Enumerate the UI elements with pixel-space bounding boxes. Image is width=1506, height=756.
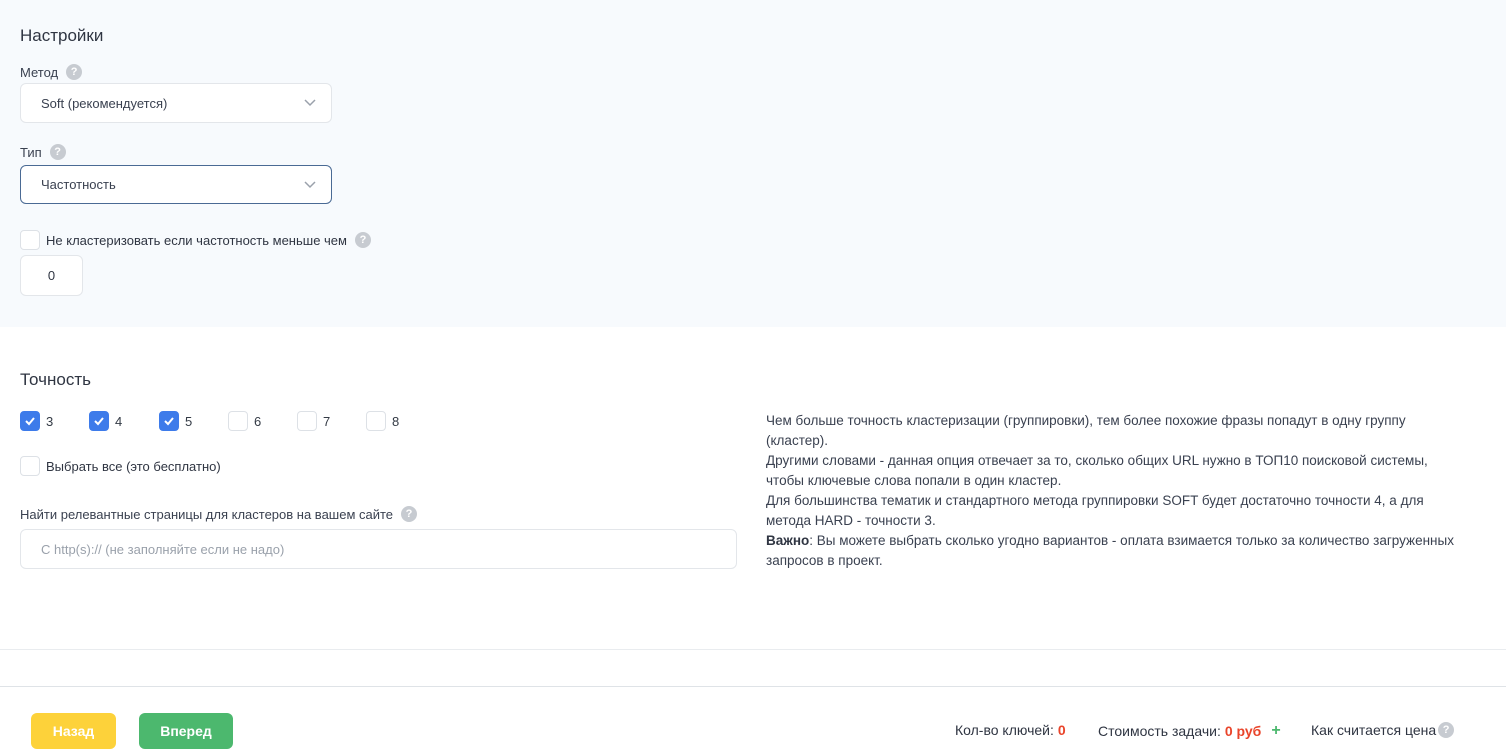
check-icon: [164, 417, 174, 426]
accuracy-option-8[interactable]: 8: [366, 411, 399, 431]
relevant-label: Найти релевантные страницы для кластеров…: [20, 506, 418, 522]
task-cost-label: Стоимость задачи:: [1098, 723, 1221, 739]
info-paragraph: Другими словами - данная опция отвечает …: [766, 453, 1428, 488]
site-url-placeholder: С http(s):// (не заполняйте если не надо…: [41, 541, 285, 557]
accuracy-option-label: 7: [323, 413, 331, 429]
method-select-value: Soft (рекомендуется): [41, 95, 168, 111]
accuracy-checkbox[interactable]: [228, 411, 248, 431]
keys-count-value: 0: [1057, 722, 1066, 738]
accuracy-option-label: 3: [46, 413, 54, 429]
price-info[interactable]: Как считается цена ?: [1311, 722, 1455, 738]
info-important: Важно: Вы можете выбрать сколько угодно …: [766, 531, 1466, 571]
help-icon[interactable]: ?: [66, 64, 83, 80]
task-cost: Стоимость задачи: 0 руб +: [1098, 722, 1281, 740]
no-cluster-checkbox[interactable]: [20, 230, 40, 250]
type-select-value: Частотность: [41, 177, 116, 192]
method-label: Метод ?: [20, 64, 83, 80]
accuracy-option-5[interactable]: 5: [159, 411, 192, 431]
keys-count: Кол-во ключей: 0: [955, 722, 1066, 738]
select-all-row[interactable]: Выбрать все (это бесплатно): [20, 456, 221, 476]
accuracy-option-3[interactable]: 3: [20, 411, 53, 431]
add-funds-button[interactable]: +: [1271, 722, 1280, 740]
info-important-title: Важно: [766, 533, 810, 548]
type-label-text: Тип: [20, 144, 42, 160]
no-cluster-row: Не кластеризовать если частотность меньш…: [20, 230, 371, 250]
accuracy-info: Чем больше точность кластеризации (групп…: [766, 411, 1466, 571]
info-important-text: : Вы можете выбрать сколько угодно вариа…: [766, 533, 1454, 568]
site-url-input[interactable]: С http(s):// (не заполняйте если не надо…: [20, 529, 737, 569]
type-label: Тип ?: [20, 144, 66, 160]
min-frequency-input[interactable]: 0: [20, 255, 83, 296]
accuracy-option-label: 6: [254, 413, 262, 429]
type-select[interactable]: Частотность: [20, 165, 332, 204]
help-icon[interactable]: ?: [1438, 722, 1455, 738]
method-select[interactable]: Soft (рекомендуется): [20, 83, 332, 123]
relevant-label-text: Найти релевантные страницы для кластеров…: [20, 506, 394, 522]
price-info-link[interactable]: Как считается цена: [1311, 722, 1436, 738]
info-paragraph: Для большинства тематик и стандартного м…: [766, 493, 1424, 528]
accuracy-checkbox[interactable]: [159, 411, 179, 431]
help-icon[interactable]: ?: [354, 232, 371, 248]
settings-title: Настройки: [20, 26, 104, 45]
method-label-text: Метод: [20, 64, 59, 80]
select-all-label: Выбрать все (это бесплатно): [46, 458, 221, 474]
accuracy-option-4[interactable]: 4: [89, 411, 122, 431]
no-cluster-label: Не кластеризовать если частотность меньш…: [46, 232, 347, 248]
accuracy-title: Точность: [20, 370, 91, 389]
check-icon: [94, 417, 104, 426]
divider: [0, 686, 1506, 687]
accuracy-checkbox[interactable]: [20, 411, 40, 431]
check-icon: [25, 417, 35, 426]
chevron-down-icon: [304, 181, 316, 189]
divider: [0, 649, 1506, 650]
select-all-checkbox[interactable]: [20, 456, 40, 476]
next-button[interactable]: Вперед: [139, 713, 233, 749]
accuracy-option-7[interactable]: 7: [297, 411, 330, 431]
info-paragraph: Чем больше точность кластеризации (групп…: [766, 413, 1406, 448]
keys-count-label: Кол-во ключей:: [955, 722, 1054, 738]
help-icon[interactable]: ?: [49, 144, 66, 160]
back-button[interactable]: Назад: [31, 713, 116, 749]
accuracy-option-label: 5: [185, 413, 193, 429]
help-icon[interactable]: ?: [401, 506, 418, 522]
task-cost-value: 0 руб: [1224, 723, 1262, 739]
settings-panel: [0, 0, 1506, 327]
accuracy-checkbox[interactable]: [89, 411, 109, 431]
accuracy-option-6[interactable]: 6: [228, 411, 261, 431]
accuracy-option-label: 8: [392, 413, 400, 429]
accuracy-checkbox[interactable]: [297, 411, 317, 431]
chevron-down-icon: [304, 99, 316, 107]
accuracy-checkbox[interactable]: [366, 411, 386, 431]
accuracy-option-label: 4: [115, 413, 123, 429]
